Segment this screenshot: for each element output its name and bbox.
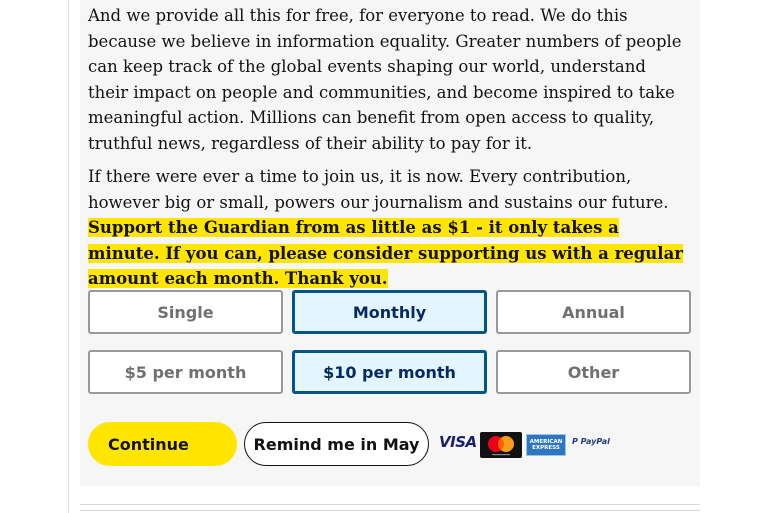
support-highlight: Support the Guardian from as little as $… [88,218,683,289]
amount-5-button[interactable]: $5 per month [88,350,283,394]
amount-10-button[interactable]: $10 per month [292,350,487,394]
paypal-logo: P PayPal [572,437,610,446]
section-divider-secondary [80,510,700,511]
mastercard-logo [480,432,522,458]
frequency-single-button[interactable]: Single [88,290,283,334]
frequency-monthly-button[interactable]: Monthly [292,290,487,334]
frequency-annual-button[interactable]: Annual [496,290,691,334]
amount-other-button[interactable]: Other [496,350,691,394]
continue-button[interactable]: Continue [88,422,304,466]
paragraph-2-text: If there were ever a time to join us, it… [88,167,669,212]
body-paragraph-1: And we provide all this for free, for ev… [88,6,682,153]
body-paragraph-2: If there were ever a time to join us, it… [88,164,688,292]
left-divider [68,0,69,513]
amex-logo: AMERICAN EXPRESS [526,434,566,456]
continue-label: Continue [108,434,189,454]
section-divider [80,504,700,505]
visa-logo: VISA [439,433,477,451]
remind-me-button[interactable]: Remind me in May [244,422,429,466]
